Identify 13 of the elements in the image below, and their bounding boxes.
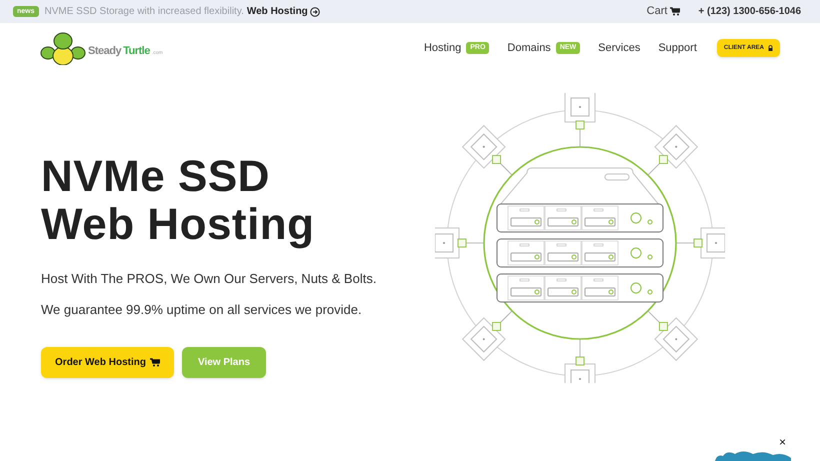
hero-title-line: Web Hosting [41,201,316,249]
nav-link[interactable]: Support [658,40,697,56]
web-hosting-link[interactable]: Web Hosting [246,4,320,19]
close-button[interactable]: × [779,436,786,448]
hero-title-line: NVMe SSD [41,153,271,201]
hero-description: Host With The PROS, We Own Our Servers, Nuts & Bolts. We guarantee 99.9% uptime on all services we provide. [41,270,378,319]
cart-link[interactable]: Cart [646,3,680,20]
news-message: NVME SSD Storage with increased flexibility. [44,5,244,19]
logo-steady: Steady [88,44,122,58]
order-button[interactable]: Order Web Hosting [41,347,174,378]
logo-turtle: Turtle [123,44,150,58]
nav-link[interactable]: Services [598,40,640,56]
phone-number: + (123) 1300-656-1046 [698,5,801,19]
